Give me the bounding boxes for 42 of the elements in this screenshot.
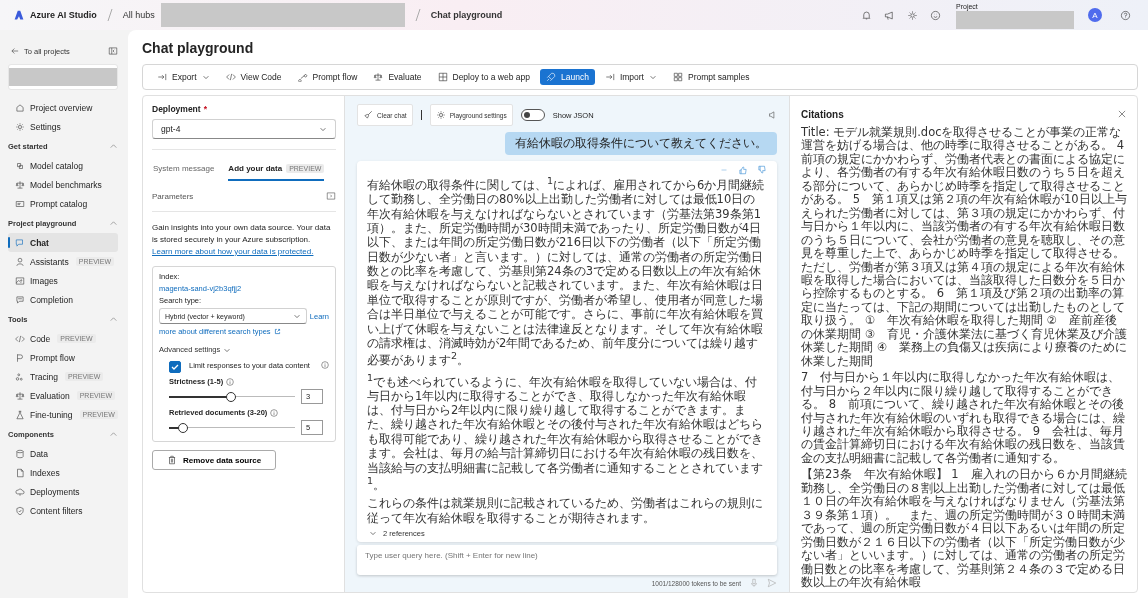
response-paragraph: $^{1}$でも述べられているように、年次有給休暇を取得していない場合は、付与日から1年以内に取得することができ、取得しなかった年次有給休暇は、付与日から2年以内に限り繰り越して取得することができます。また、繰り越された年次有給休暇とその後付与された年次有給休暇はどちらも取得可能であり、繰り越された年次有給休暇から取得させることができます。会社は、毎月の給与計算締切日における年次有給休暇の残日数を、当該給与の支払明細書に記載して各労働者に通知することとされています$^{1}$。 bbox=[367, 371, 764, 493]
toolbar-button[interactable]: Launch bbox=[540, 69, 595, 85]
remove-data-source-button[interactable]: Remove data source bbox=[152, 450, 277, 470]
nav-item[interactable]: Chat bbox=[8, 233, 118, 252]
toolbar-button[interactable]: Prompt samples bbox=[667, 69, 756, 85]
citation-text: Title: モデル就業規則.docを取得させることが事業の正常な運営を妨げる場合は、他の時季に取得させることがある。 4 前項の規定にかかわらず、労働者代表との書面による協定により、各労働者の有する年次有給休暇日数のうち５日を超える部分について、あらかじめ時季を指定して取得させることがある。 5 第１項又は第２項の年次有給休暇が10日以上与えられた労働者に対しては、第３項の規定にかかわらず、付与日から１年以内に、当該労働者の有する年次有給休暇日数のうち５日について、会社が労働者の意見を聴取し、その意見を尊重した上で、あらかじめ時季を指定して取得させる。ただし、労働者が第３項又は第４項の規定による年次有給休暇を取得した場合においては、当該取得した日数分を５日から控除するものとする。 6 第１項及び第２項の出勤率の算定に当たっては、下記の期間については出勤したものとして取り扱う。 ① 年次有給休暇を取得した期間 ② 産前産後の休業期間 ③ 育児・介護休業法に基づく育児休業及び介護休業した期間 ④ 業務上の負傷又は疾病により療養のために休業した期間 bbox=[801, 126, 1127, 369]
field-label: Deployment * bbox=[152, 104, 208, 114]
nav-item[interactable]: Indexes bbox=[8, 463, 118, 482]
learn-more-link[interactable]: Learn more about how your data is protected. bbox=[152, 247, 314, 256]
nav-item[interactable]: Completion bbox=[8, 290, 118, 309]
toolbar-button[interactable]: Evaluate bbox=[367, 69, 428, 85]
toolbar-button[interactable]: Deploy to a web app bbox=[431, 69, 536, 85]
toolbar-button[interactable]: Import bbox=[598, 69, 663, 85]
nav-item[interactable]: Model benchmarks bbox=[8, 175, 118, 194]
response-paragraph: 有給休暇の取得条件に関しては、$^{1}$によれば、雇用されてから6か月間継続して勤務し、全労働日の80%以上出勤した労働者に対しては最低10日の年次有給休暇を与えなければならないとされています（労基法第39条第1項）。また、所定労働時間が30時間未満であったり、所定労働日数が4日以下、または年間の所定労働日数が216日以下の労働者（以下「所定労働日数が少ない者」と言います。）に対しては、通常の労働者の所定労働日数との比率を考慮して、労基則第24条の3で定める日数以上の年次有給休暇を与えなければならないと記載されています。また、年次有給休暇は日単位で取得することが原則ですが、労働者が希望し、使用者が同意した場合は半日単位で与えることが可能です。さらに、事前に年次有給休暇を買い上げて休暇を与えないことは法律違反となります。そして年次有給休暇の請求権は、消滅時効が2年間であるため、前年度分については繰り越す必要があります$^{2}$。 bbox=[367, 175, 766, 368]
page-title: Chat playground bbox=[142, 40, 255, 56]
citation-text: 7 付与日から１年以内に取得しなかった年次有給休暇は、付与日から２年以内に限り繰り越して取得することができる。 8 前項について、繰り越された年次有給休暇とその後付与された年次有給休暇のいずれも取得できる場合には、繰り越された年次有給休暇から取得させる。 9 会社は、毎月の賃金計算締切日における年次有給休暇の残日数を、当該賃金の支払明細書に記載して各労働者に通知する。 bbox=[801, 371, 1126, 466]
nav-item[interactable]: Content filters bbox=[8, 501, 118, 520]
user-message: 有給休暇の取得条件について教えてください。 bbox=[505, 132, 777, 155]
response-paragraph: これらの条件は就業規則に記載されているため、労働者はこれらの規則に従って年次有給休暇を取得することが期待されます。 bbox=[367, 496, 764, 525]
breadcrumb-link[interactable]: All hubs bbox=[122, 10, 155, 20]
toolbar-button[interactable]: Export bbox=[151, 69, 216, 85]
citation-text: 【第23条 年次有給休暇】 1 雇入れの日から６か月間継続勤務し、全労働日の８割以上出勤した労働者に対しては最低１０日の年次有給休暇を与えなければなりません（労基法第３９条第１項）。 また、週の所定労働時間が３０時間未満であって、週の所定労働日数が４日以下あるいは年間の所定労働日数が２１６日以下の労働者（以下「所定労働日数が少ない者」といいます。）に対しては、通常の労働者の所定労働日数との比率を考慮して、労基則第２４条の３で定める日数以上の年次有給休暇 bbox=[801, 468, 1127, 590]
nav-item[interactable]: Data bbox=[8, 444, 118, 463]
nav-item[interactable]: Prompt flow bbox=[8, 348, 118, 367]
nav-item[interactable]: Deployments bbox=[8, 482, 118, 501]
nav-item[interactable]: Settings bbox=[8, 117, 118, 136]
description-text: Gain insights into your own data source. Your data is stored securely in your Azure subscription. Learn more about how your data is protected. bbox=[152, 222, 332, 258]
toolbar-button[interactable]: Prompt flow bbox=[291, 69, 364, 85]
breadcrumb-current: Chat playground bbox=[430, 10, 503, 20]
nav-item[interactable]: Model catalog bbox=[8, 156, 118, 175]
deployment-dropdown[interactable]: gpt-4 bbox=[152, 119, 336, 139]
panel-title: Citations bbox=[801, 108, 844, 120]
user-avatar[interactable]: A bbox=[1088, 8, 1102, 22]
nav-item[interactable]: Prompt catalog bbox=[8, 194, 118, 213]
parameters-label[interactable]: Parameters bbox=[152, 191, 194, 201]
nav-item[interactable]: Project overview bbox=[8, 98, 118, 117]
toolbar-button[interactable]: View Code bbox=[219, 69, 288, 85]
tab[interactable]: System message bbox=[153, 160, 215, 181]
chat-input[interactable]: Type user query here. (Shift + Enter for new line) bbox=[357, 545, 777, 575]
brand-name[interactable]: Azure AI Studio bbox=[30, 10, 97, 20]
nav-item[interactable]: Images bbox=[8, 271, 118, 290]
